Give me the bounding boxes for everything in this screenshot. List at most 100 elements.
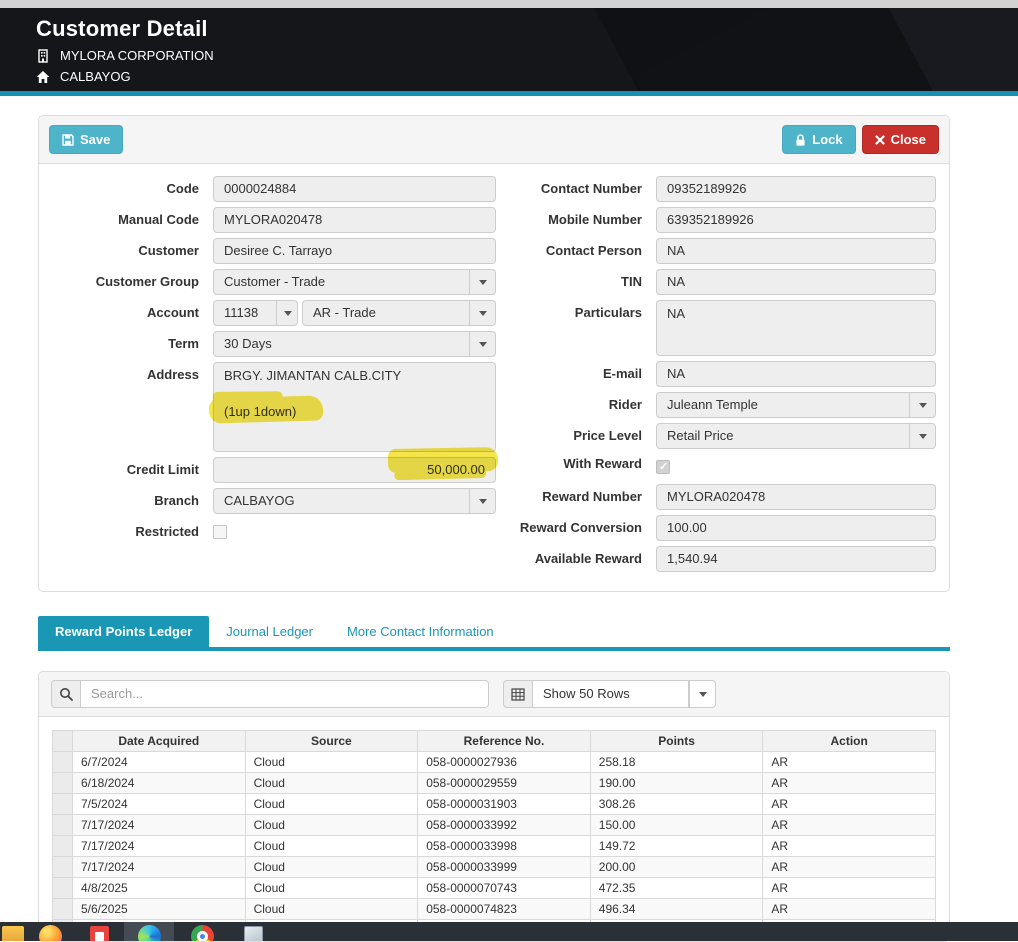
- customer-label: Customer: [138, 243, 199, 258]
- available-reward-input[interactable]: 1,540.94: [656, 546, 936, 572]
- search-icon: [51, 680, 81, 708]
- field-customer-group: Customer Group Customer - Trade: [53, 269, 496, 295]
- tab-more-contact-information[interactable]: More Contact Information: [330, 616, 511, 647]
- mobile-number-input[interactable]: 639352189926: [656, 207, 936, 233]
- chevron-down-icon[interactable]: [909, 392, 936, 418]
- chevron-down-icon[interactable]: [469, 300, 496, 326]
- field-with-reward: With Reward: [496, 454, 936, 479]
- cell: 308.26: [589, 793, 764, 815]
- row-selector[interactable]: [52, 898, 73, 920]
- manual-code-input[interactable]: MYLORA020478: [213, 207, 496, 233]
- table-row[interactable]: 7/17/2024 Cloud 058-0000033992 150.00 AR: [52, 814, 936, 836]
- row-selector[interactable]: [52, 793, 73, 815]
- chevron-down-icon[interactable]: [469, 269, 496, 295]
- lock-button[interactable]: Lock: [782, 125, 856, 154]
- close-button[interactable]: Close: [861, 125, 939, 154]
- cell: 5/6/2025: [72, 898, 246, 920]
- branch-value: CALBAYOG: [213, 488, 496, 514]
- save-label: Save: [80, 132, 111, 147]
- reward-number-input[interactable]: MYLORA020478: [656, 484, 936, 510]
- breadcrumb-company: MYLORA CORPORATION: [36, 48, 1018, 63]
- row-selector[interactable]: [52, 772, 73, 794]
- field-rider: Rider Juleann Temple: [496, 392, 936, 418]
- chevron-down-icon[interactable]: [469, 331, 496, 357]
- field-restricted: Restricted: [53, 519, 496, 545]
- cell: 496.34: [589, 898, 764, 920]
- show-rows-value[interactable]: Show 50 Rows: [533, 680, 689, 708]
- code-input[interactable]: 0000024884: [213, 176, 496, 202]
- page-title: Customer Detail: [36, 16, 208, 41]
- account-code-select[interactable]: 11138: [213, 300, 298, 326]
- contact-number-input[interactable]: 09352189926: [656, 176, 936, 202]
- chevron-down-icon[interactable]: [276, 300, 298, 326]
- firefox-icon[interactable]: [39, 925, 62, 941]
- branch-select[interactable]: CALBAYOG: [213, 488, 496, 514]
- file-icon[interactable]: [244, 926, 263, 941]
- chevron-down-icon[interactable]: [689, 680, 716, 708]
- customer-group-label: Customer Group: [95, 274, 199, 289]
- chevron-down-icon[interactable]: [909, 423, 936, 449]
- ledger-table-body: 6/7/2024 Cloud 058-0000027936 258.18 AR 6/18/…: [52, 751, 936, 941]
- email-input[interactable]: NA: [656, 361, 936, 387]
- cell: 058-0000033999: [417, 856, 591, 878]
- cell: AR: [762, 751, 936, 773]
- search-input[interactable]: [81, 680, 489, 708]
- restricted-checkbox[interactable]: [213, 525, 227, 539]
- red-app-icon[interactable]: [90, 926, 109, 941]
- term-select[interactable]: 30 Days: [213, 331, 496, 357]
- particulars-textarea[interactable]: NA: [656, 300, 936, 356]
- address-line-3: (1up 1down): [224, 404, 297, 419]
- cell: 058-0000074823: [417, 898, 591, 920]
- save-button[interactable]: Save: [49, 125, 124, 154]
- address-line-2: [224, 385, 485, 403]
- edge-icon[interactable]: [124, 922, 174, 941]
- contact-person-input[interactable]: NA: [656, 238, 936, 264]
- tin-input[interactable]: NA: [656, 269, 936, 295]
- rider-select[interactable]: Juleann Temple: [656, 392, 936, 418]
- row-selector[interactable]: [52, 814, 73, 836]
- column-header[interactable]: Reference No.: [417, 730, 591, 752]
- row-selector[interactable]: [52, 856, 73, 878]
- cell: AR: [762, 772, 936, 794]
- chrome-icon[interactable]: [191, 925, 214, 941]
- table-grid-icon: [503, 680, 533, 708]
- cell: Cloud: [244, 772, 419, 794]
- column-header[interactable]: Date Acquired: [72, 730, 246, 752]
- field-price-level: Price Level Retail Price: [496, 423, 936, 449]
- table-row[interactable]: 7/5/2024 Cloud 058-0000031903 308.26 AR: [52, 793, 936, 815]
- field-email: E-mail NA: [496, 361, 936, 387]
- column-header[interactable]: Source: [244, 730, 419, 752]
- table-row[interactable]: 7/17/2024 Cloud 058-0000033998 149.72 AR: [52, 835, 936, 857]
- reward-points-ledger-panel: Show 50 Rows Date AcquiredSourceReferenc…: [38, 671, 950, 942]
- price-level-select[interactable]: Retail Price: [656, 423, 936, 449]
- tab-reward-points-ledger[interactable]: Reward Points Ledger: [38, 616, 210, 647]
- field-contact-number: Contact Number 09352189926: [496, 176, 936, 202]
- account-name-select[interactable]: AR - Trade: [302, 300, 496, 326]
- cell: 150.00: [589, 814, 764, 836]
- tab-journal-ledger[interactable]: Journal Ledger: [209, 616, 330, 647]
- cell: 7/5/2024: [72, 793, 246, 815]
- row-selector[interactable]: [52, 877, 73, 899]
- cell: 058-0000029559: [417, 772, 591, 794]
- folder-icon[interactable]: [2, 926, 24, 941]
- table-row[interactable]: 6/7/2024 Cloud 058-0000027936 258.18 AR: [52, 751, 936, 773]
- cell: Cloud: [244, 856, 419, 878]
- credit-limit-input[interactable]: 50,000.00: [213, 457, 496, 483]
- table-row[interactable]: 6/18/2024 Cloud 058-0000029559 190.00 AR: [52, 772, 936, 794]
- row-selector[interactable]: [52, 835, 73, 857]
- chevron-down-icon[interactable]: [469, 488, 496, 514]
- with-reward-checkbox[interactable]: [656, 460, 670, 474]
- address-textarea[interactable]: BRGY. JIMANTAN CALB.CITY (1up 1down): [213, 362, 496, 452]
- save-icon: [62, 133, 74, 146]
- reward-conversion-input[interactable]: 100.00: [656, 515, 936, 541]
- table-row[interactable]: 4/8/2025 Cloud 058-0000070743 472.35 AR: [52, 877, 936, 899]
- table-row[interactable]: 5/6/2025 Cloud 058-0000074823 496.34 AR: [52, 898, 936, 920]
- cell: 058-0000033998: [417, 835, 591, 857]
- customer-group-select[interactable]: Customer - Trade: [213, 269, 496, 295]
- building-icon: [36, 48, 50, 63]
- row-selector[interactable]: [52, 751, 73, 773]
- table-row[interactable]: 7/17/2024 Cloud 058-0000033999 200.00 AR: [52, 856, 936, 878]
- column-header[interactable]: Action: [762, 730, 936, 752]
- customer-input[interactable]: Desiree C. Tarrayo: [213, 238, 496, 264]
- column-header[interactable]: Points: [589, 730, 764, 752]
